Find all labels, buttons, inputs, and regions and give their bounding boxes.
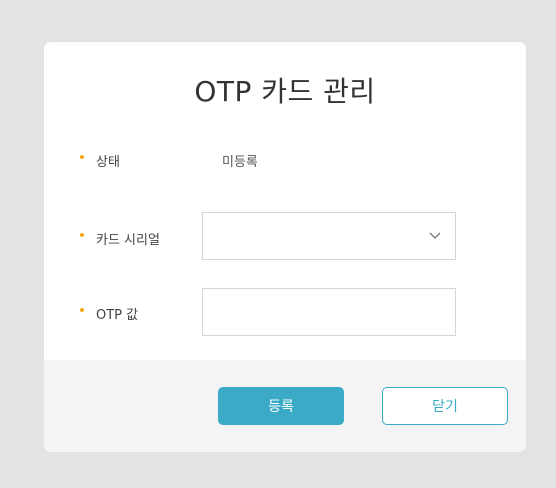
- status-row-label: 상태: [80, 151, 120, 170]
- modal-title: OTP 카드 관리: [194, 75, 376, 108]
- register-button[interactable]: 등록: [218, 387, 344, 425]
- required-bullet: [80, 232, 84, 237]
- otp-value-input[interactable]: [202, 288, 456, 336]
- status-value: 미등록: [222, 155, 258, 170]
- close-button[interactable]: 닫기: [382, 387, 508, 425]
- card-serial-label: 카드 시리얼: [96, 233, 160, 248]
- required-bullet: [80, 307, 84, 312]
- status-label: 상태: [96, 155, 120, 170]
- chevron-down-icon: [429, 232, 441, 239]
- required-bullet: [80, 154, 84, 159]
- card-serial-select[interactable]: [202, 212, 456, 260]
- modal-footer: 등록 닫기: [44, 360, 526, 452]
- otp-label: OTP 값: [96, 308, 139, 323]
- otp-card-modal: OTP 카드 관리 상태 미등록 카드 시리얼 OTP 값 등록 닫기: [44, 42, 526, 452]
- otp-row-label: OTP 값: [80, 304, 138, 323]
- card-serial-row-label: 카드 시리얼: [80, 229, 160, 248]
